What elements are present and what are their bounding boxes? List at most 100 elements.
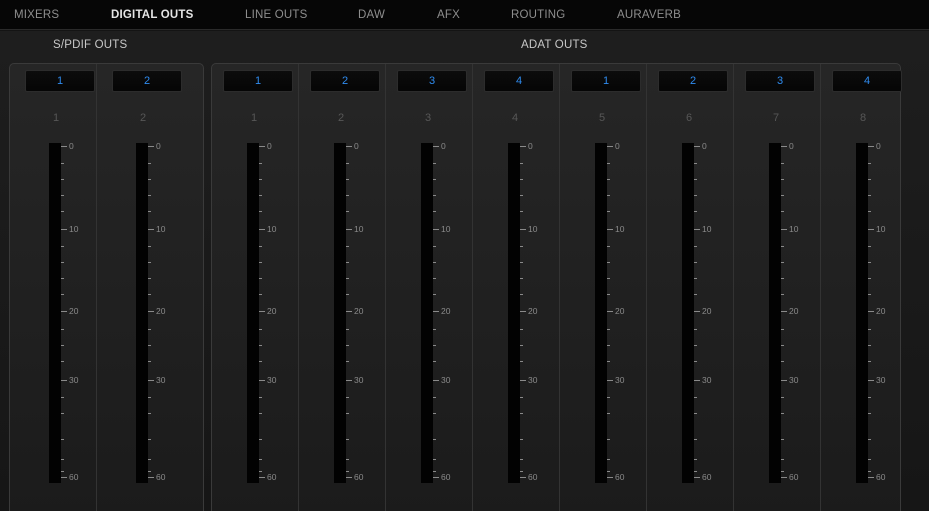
meter-scale-tick (520, 195, 523, 196)
adat-channel-strip: 2 6 0 10 20 30 60 (647, 64, 734, 511)
adat-channel-strip: 3 3 0 10 20 30 60 (386, 64, 473, 511)
meter-scale-label: 0 (441, 141, 446, 151)
meter-scale-tick-major (868, 477, 874, 478)
meter-scale-tick (433, 278, 436, 279)
meter-scale-tick-major (259, 477, 265, 478)
meter-scale-tick (520, 329, 523, 330)
channel-number-label: 5 (598, 112, 606, 124)
level-meter (334, 143, 346, 483)
meter-scale-label: 30 (69, 375, 79, 385)
meter-scale-label: 30 (156, 375, 166, 385)
spdif-output-button[interactable]: 1 (25, 70, 95, 92)
adat-output-button[interactable]: 2 (310, 70, 380, 92)
meter-scale-tick (868, 345, 871, 346)
channel-number-label: 2 (337, 112, 345, 124)
meter-scale-tick (694, 262, 697, 263)
meter-scale-tick (868, 278, 871, 279)
adat-output-button[interactable]: 2 (658, 70, 728, 92)
adat-output-button[interactable]: 3 (745, 70, 815, 92)
meter-scale-tick-major (346, 146, 352, 147)
meter-scale-tick-major (868, 380, 874, 381)
meter-scale-tick (61, 345, 64, 346)
channel-number-label: 1 (250, 112, 258, 124)
meter-scale-tick-major (433, 380, 439, 381)
meter-scale-tick (346, 294, 349, 295)
level-meter (595, 143, 607, 483)
meter-scale-tick (781, 179, 784, 180)
channel-number-label: 7 (772, 112, 780, 124)
level-meter (247, 143, 259, 483)
meter-scale-tick (346, 163, 349, 164)
meter-scale-tick (607, 262, 610, 263)
tab-afx[interactable]: AFX (437, 9, 460, 21)
tab-mixers[interactable]: MIXERS (14, 9, 59, 21)
meter-scale-tick-major (607, 380, 613, 381)
meter-scale-tick (148, 413, 151, 414)
meter-scale-label: 0 (528, 141, 533, 151)
adat-channel-strip: 1 5 0 10 20 30 60 (560, 64, 647, 511)
tab-bar: MIXERS DIGITAL OUTS LINE OUTS DAW AFX RO… (0, 0, 929, 30)
meter-scale-tick (61, 246, 64, 247)
meter-scale-tick (433, 179, 436, 180)
tab-daw[interactable]: DAW (358, 9, 385, 21)
tab-routing[interactable]: ROUTING (511, 9, 565, 21)
adat-output-button[interactable]: 3 (397, 70, 467, 92)
meter-scale-tick (346, 211, 349, 212)
adat-output-button[interactable]: 4 (832, 70, 902, 92)
meter-scale-tick (607, 413, 610, 414)
meter-scale-tick-major (607, 477, 613, 478)
meter-scale-tick (607, 459, 610, 460)
meter-scale-tick (520, 278, 523, 279)
meter-scale-tick (781, 195, 784, 196)
meter-scale-tick-major (694, 229, 700, 230)
meter-scale-tick (346, 361, 349, 362)
level-meter (769, 143, 781, 483)
adat-output-button[interactable]: 1 (571, 70, 641, 92)
meter-scale-tick (433, 439, 436, 440)
meter-scale-label: 20 (528, 306, 538, 316)
meter-scale-tick (694, 345, 697, 346)
meter-scale-tick-major (781, 146, 787, 147)
meter-scale-label: 60 (354, 472, 364, 482)
meter-scale-tick-major (694, 146, 700, 147)
meter-scale-tick-major (259, 146, 265, 147)
meter-scale-tick-major (520, 477, 526, 478)
meter-scale-tick (781, 246, 784, 247)
meter-scale-tick (148, 246, 151, 247)
meter-scale-tick (694, 246, 697, 247)
meter-scale-label: 10 (267, 224, 277, 234)
meter-scale-label: 0 (702, 141, 707, 151)
meter-scale-tick (694, 361, 697, 362)
adat-output-button[interactable]: 1 (223, 70, 293, 92)
meter-scale-tick (259, 471, 262, 472)
meter-scale-label: 20 (69, 306, 79, 316)
spdif-output-button[interactable]: 2 (112, 70, 182, 92)
meter-scale-label: 30 (789, 375, 799, 385)
channel-number-label: 6 (685, 112, 693, 124)
tab-digital-outs[interactable]: DIGITAL OUTS (111, 9, 193, 21)
meter-scale-tick (433, 471, 436, 472)
meter-scale-label: 0 (789, 141, 794, 151)
meter-scale-tick (868, 163, 871, 164)
meter-scale-tick (259, 195, 262, 196)
meter-scale-label: 30 (267, 375, 277, 385)
channel-number-label: 2 (139, 112, 147, 124)
meter-scale-label: 10 (69, 224, 79, 234)
tab-line-outs[interactable]: LINE OUTS (245, 9, 308, 21)
meter-scale-tick (346, 471, 349, 472)
meter-scale-tick (520, 163, 523, 164)
meter-scale-tick (148, 195, 151, 196)
meter-scale-tick-major (781, 229, 787, 230)
meter-scale-tick (61, 397, 64, 398)
tab-auraverb[interactable]: AURAVERB (617, 9, 681, 21)
meter-scale-tick (607, 278, 610, 279)
meter-scale-tick-major (694, 477, 700, 478)
meter-scale-label: 20 (615, 306, 625, 316)
meter-scale-tick (148, 397, 151, 398)
adat-output-button[interactable]: 4 (484, 70, 554, 92)
meter-scale-tick (607, 195, 610, 196)
meter-scale-tick (868, 329, 871, 330)
meter-scale-tick-major (61, 311, 67, 312)
meter-scale-tick (148, 439, 151, 440)
meter-scale-tick-major (61, 146, 67, 147)
